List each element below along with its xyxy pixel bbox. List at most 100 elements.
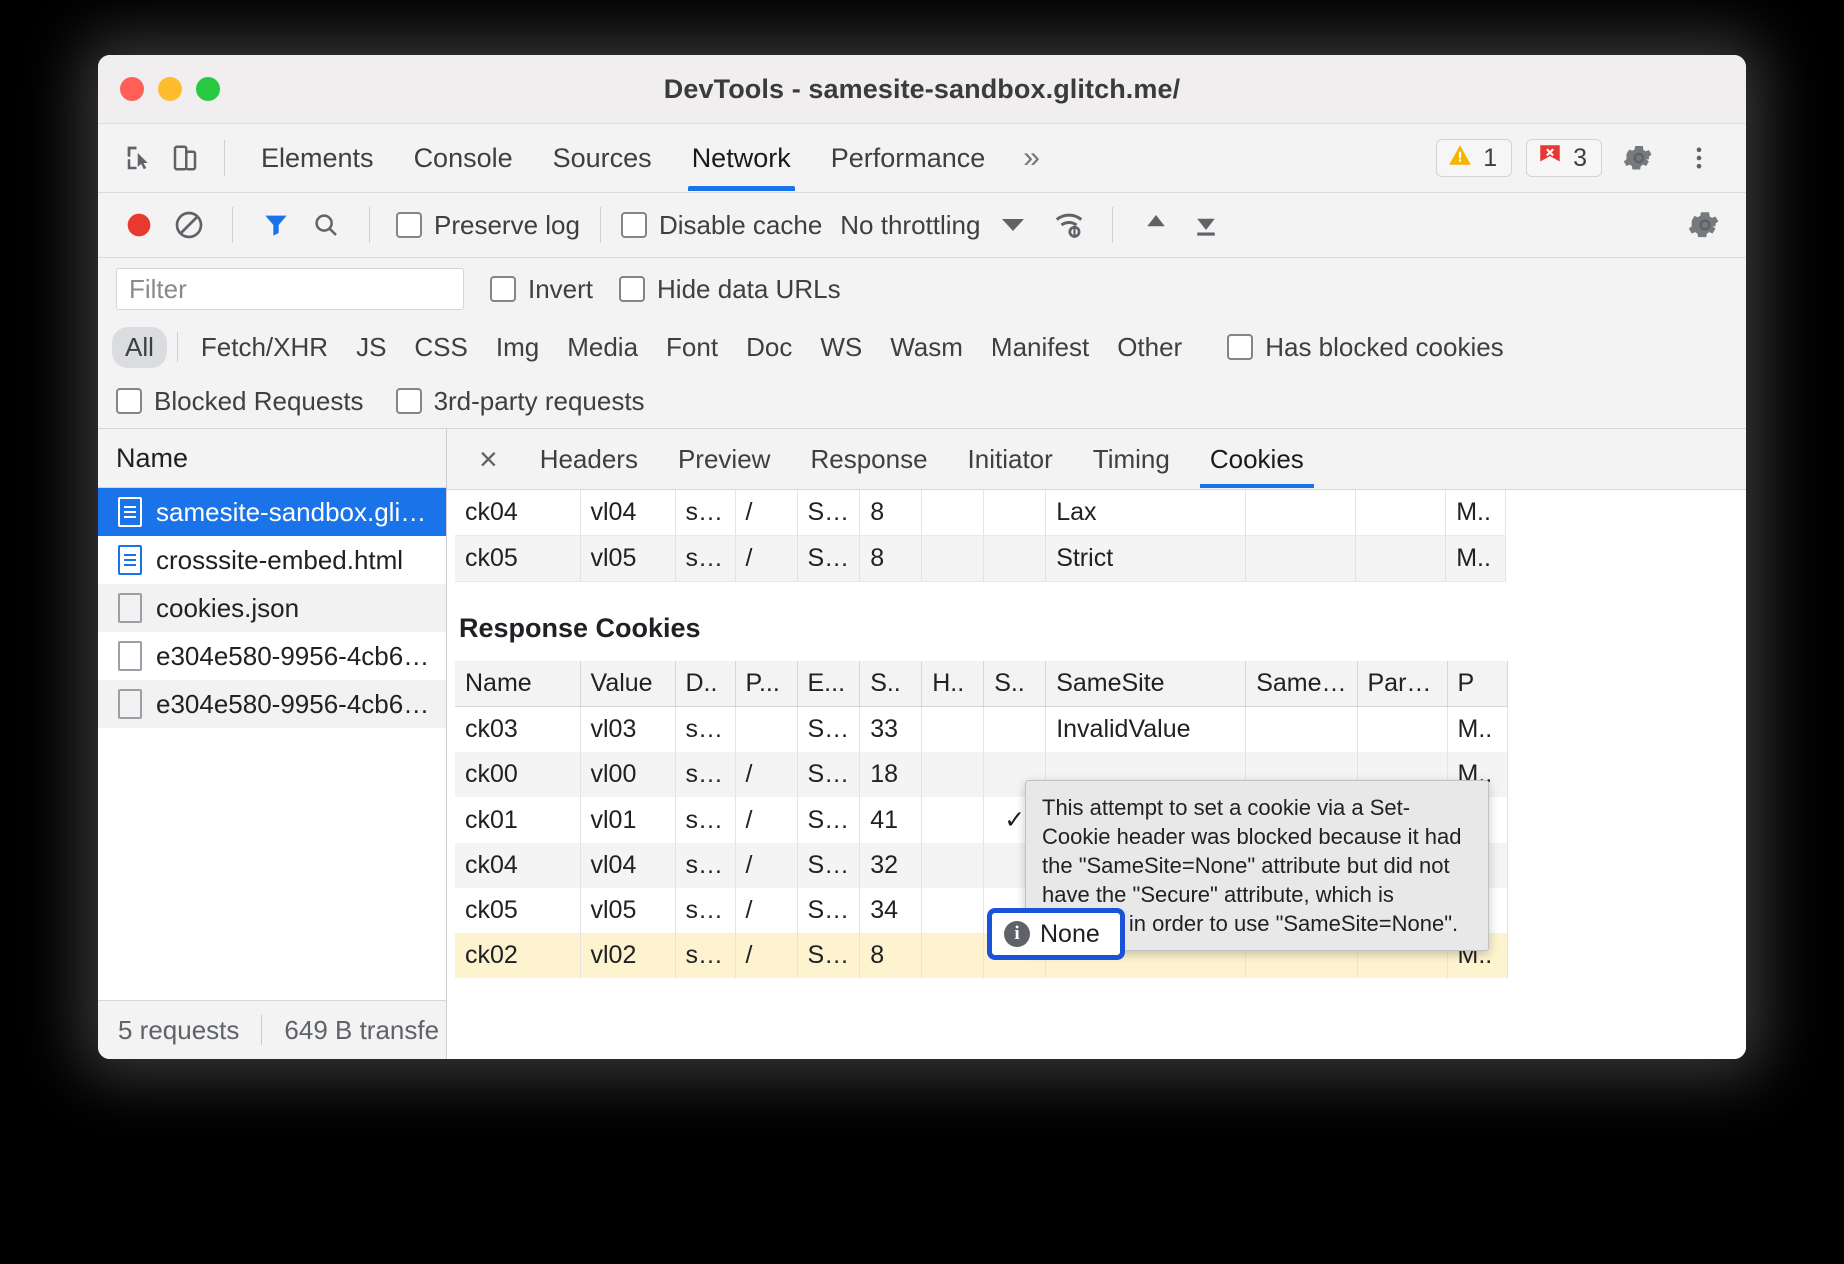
col-path[interactable]: P... xyxy=(735,661,797,707)
clear-icon[interactable] xyxy=(166,202,212,248)
cell-httponly xyxy=(922,707,984,753)
type-filter-media[interactable]: Media xyxy=(554,327,651,368)
disable-cache-checkbox[interactable]: Disable cache xyxy=(621,210,822,241)
tab-console[interactable]: Console xyxy=(394,125,533,191)
blank-file-icon xyxy=(118,689,142,719)
record-button-icon[interactable] xyxy=(116,202,162,248)
maximize-window-button[interactable] xyxy=(196,77,220,101)
type-filter-font[interactable]: Font xyxy=(653,327,731,368)
preserve-log-checkbox[interactable]: Preserve log xyxy=(396,210,580,241)
type-filter-doc[interactable]: Doc xyxy=(733,327,805,368)
cell-path: / xyxy=(735,843,797,888)
table-row[interactable]: ck03 vl03 s… S… 33 InvalidValue M.. xyxy=(455,707,1507,753)
type-filter-wasm[interactable]: Wasm xyxy=(877,327,976,368)
toolbar-divider xyxy=(369,207,370,243)
request-detail-pane: × Headers Preview Response Initiator Tim… xyxy=(447,429,1746,1059)
tab-performance[interactable]: Performance xyxy=(811,125,1006,191)
cell-expires: S… xyxy=(797,752,860,797)
col-httponly[interactable]: H.. xyxy=(922,661,984,707)
network-status-bar: 5 requests 649 B transfe xyxy=(98,1000,446,1059)
inspect-element-icon[interactable] xyxy=(116,135,162,181)
close-window-button[interactable] xyxy=(120,77,144,101)
samesite-none-cell-focused[interactable]: i None xyxy=(987,908,1125,960)
cell-size: 8 xyxy=(860,933,922,978)
table-row[interactable]: ck05 vl05 s… / S… 8 Strict M.. xyxy=(455,536,1506,582)
export-har-icon[interactable] xyxy=(1183,202,1229,248)
type-filter-other[interactable]: Other xyxy=(1104,327,1195,368)
tab-preview[interactable]: Preview xyxy=(658,430,790,488)
filter-input[interactable]: Filter xyxy=(116,268,464,310)
tab-timing[interactable]: Timing xyxy=(1073,430,1190,488)
network-conditions-icon[interactable] xyxy=(1046,202,1092,248)
tab-network[interactable]: Network xyxy=(672,125,811,191)
cell-secure xyxy=(984,707,1046,753)
hide-data-urls-checkbox[interactable]: Hide data URLs xyxy=(619,274,841,305)
list-item[interactable]: crosssite-embed.html xyxy=(98,536,446,584)
cell-path: / xyxy=(735,933,797,978)
type-filter-css[interactable]: CSS xyxy=(401,327,480,368)
cell-priority: M.. xyxy=(1447,707,1507,753)
cell-priority: M.. xyxy=(1446,536,1506,582)
tab-sources[interactable]: Sources xyxy=(533,125,672,191)
cookies-content: ck04 vl04 s… / S… 8 Lax M.. xyxy=(447,490,1746,1059)
cell-name: ck00 xyxy=(455,752,580,797)
cell-partitionkey xyxy=(1356,536,1446,582)
device-toolbar-icon[interactable] xyxy=(162,135,208,181)
list-item[interactable]: e304e580-9956-4cb6… xyxy=(98,632,446,680)
col-samepartykey[interactable]: Same… xyxy=(1246,661,1357,707)
more-tabs-chevron-icon[interactable]: » xyxy=(1005,141,1054,175)
type-filter-img[interactable]: Img xyxy=(483,327,552,368)
col-samesite[interactable]: SameSite xyxy=(1046,661,1246,707)
close-icon[interactable]: × xyxy=(457,443,520,475)
col-expires[interactable]: E... xyxy=(797,661,860,707)
col-size[interactable]: S.. xyxy=(860,661,922,707)
minimize-window-button[interactable] xyxy=(158,77,182,101)
col-priority[interactable]: P xyxy=(1447,661,1507,707)
cell-samepartykey xyxy=(1246,490,1356,536)
list-item[interactable]: e304e580-9956-4cb6… xyxy=(98,680,446,728)
type-filter-manifest[interactable]: Manifest xyxy=(978,327,1102,368)
error-counter[interactable]: 3 xyxy=(1526,139,1602,177)
import-har-icon[interactable] xyxy=(1133,202,1179,248)
status-divider xyxy=(261,1015,262,1045)
tab-cookies[interactable]: Cookies xyxy=(1190,430,1324,488)
gear-icon[interactable] xyxy=(1616,135,1662,181)
warning-count: 1 xyxy=(1483,144,1497,173)
cell-expires: S… xyxy=(797,536,860,582)
blocked-requests-checkbox[interactable]: Blocked Requests xyxy=(116,386,364,417)
cell-value: vl05 xyxy=(580,888,675,933)
request-name: crosssite-embed.html xyxy=(156,545,403,576)
request-list-column-header[interactable]: Name xyxy=(98,429,446,488)
tab-headers[interactable]: Headers xyxy=(520,430,658,488)
tab-initiator[interactable]: Initiator xyxy=(948,430,1073,488)
cell-domain: s… xyxy=(675,752,735,797)
col-value[interactable]: Value xyxy=(580,661,675,707)
warning-counter[interactable]: 1 xyxy=(1436,139,1512,177)
search-icon[interactable] xyxy=(303,202,349,248)
chevron-down-icon[interactable] xyxy=(1002,219,1024,231)
devtools-window: DevTools - samesite-sandbox.glitch.me/ E… xyxy=(98,55,1746,1059)
info-icon: i xyxy=(1004,921,1030,947)
list-item[interactable]: samesite-sandbox.gli… xyxy=(98,488,446,536)
list-item[interactable]: cookies.json xyxy=(98,584,446,632)
col-name[interactable]: Name xyxy=(455,661,580,707)
type-filter-js[interactable]: JS xyxy=(343,327,399,368)
has-blocked-cookies-checkbox[interactable]: Has blocked cookies xyxy=(1227,332,1503,363)
type-filter-all[interactable]: All xyxy=(112,327,167,368)
cell-expires: S… xyxy=(797,843,860,888)
network-settings-gear-icon[interactable] xyxy=(1682,202,1728,248)
throttling-select[interactable]: No throttling xyxy=(840,210,980,241)
col-partitionkey[interactable]: Par… xyxy=(1357,661,1447,707)
third-party-requests-checkbox[interactable]: 3rd-party requests xyxy=(396,386,645,417)
table-row[interactable]: ck04 vl04 s… / S… 8 Lax M.. xyxy=(455,490,1506,536)
col-secure[interactable]: S.. xyxy=(984,661,1046,707)
funnel-filter-icon[interactable] xyxy=(253,202,299,248)
col-domain[interactable]: D.. xyxy=(675,661,735,707)
type-filter-ws[interactable]: WS xyxy=(807,327,875,368)
kebab-menu-icon[interactable] xyxy=(1676,135,1722,181)
has-blocked-cookies-label: Has blocked cookies xyxy=(1265,332,1503,363)
type-filter-fetch-xhr[interactable]: Fetch/XHR xyxy=(188,327,341,368)
tab-elements[interactable]: Elements xyxy=(241,125,394,191)
tab-response[interactable]: Response xyxy=(790,430,947,488)
invert-checkbox[interactable]: Invert xyxy=(490,274,593,305)
